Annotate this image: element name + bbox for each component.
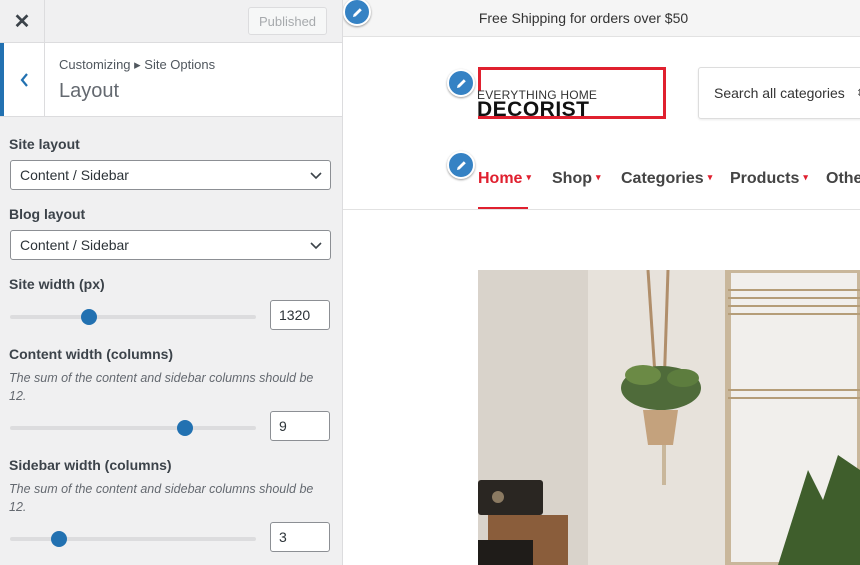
nav-item-other[interactable]: Othe bbox=[826, 170, 860, 188]
close-customizer-button[interactable]: ✕ bbox=[0, 0, 45, 43]
header-divider bbox=[343, 209, 860, 210]
caret-down-icon: ▾ bbox=[707, 172, 713, 182]
search-placeholder: Search all categories bbox=[714, 85, 845, 101]
hero-photo bbox=[478, 270, 860, 565]
sidebar-width-input[interactable]: 3 bbox=[270, 522, 330, 552]
nav-item-label: Shop bbox=[552, 170, 592, 187]
edit-logo-pencil-button[interactable] bbox=[447, 69, 475, 97]
promo-text: Free Shipping for orders over $50 bbox=[478, 10, 689, 26]
nav-item-label: Othe bbox=[826, 170, 860, 187]
nav-item-label: Products bbox=[730, 170, 800, 187]
blog-layout-value: Content / Sidebar bbox=[20, 237, 129, 253]
back-button[interactable] bbox=[0, 43, 45, 116]
site-logo[interactable]: EVERYTHING HOME DECORIST bbox=[477, 67, 666, 121]
nav-item-home[interactable]: Home ▾ bbox=[478, 170, 531, 188]
content-width-slider[interactable] bbox=[10, 420, 256, 436]
edit-menu-pencil-button[interactable] bbox=[447, 151, 475, 179]
content-width-input[interactable]: 9 bbox=[270, 411, 330, 441]
logo-wordmark: DECORIST bbox=[477, 98, 590, 121]
published-button[interactable]: Published bbox=[248, 7, 327, 35]
pencil-icon bbox=[456, 78, 466, 88]
promo-bar: Free Shipping for orders over $50 bbox=[343, 0, 860, 37]
site-layout-select[interactable]: Content / Sidebar bbox=[10, 160, 331, 190]
site-width-slider[interactable] bbox=[10, 309, 256, 325]
content-width-slider-thumb[interactable] bbox=[176, 420, 193, 436]
site-layout-value: Content / Sidebar bbox=[20, 167, 129, 183]
blog-layout-label: Blog layout bbox=[9, 206, 86, 222]
sidebar-width-slider[interactable] bbox=[10, 531, 256, 547]
sidebar-width-description: The sum of the content and sidebar colum… bbox=[9, 482, 314, 514]
content-width-description: The sum of the content and sidebar colum… bbox=[9, 371, 314, 403]
nav-item-label: Home bbox=[478, 170, 523, 187]
caret-down-icon: ▾ bbox=[803, 172, 808, 182]
site-preview: Free Shipping for orders over $50 EVERYT… bbox=[343, 0, 860, 565]
search-input[interactable]: Search all categories ⇕ bbox=[698, 67, 860, 119]
close-icon: ✕ bbox=[13, 11, 31, 33]
select-arrows-icon: ⇕ bbox=[856, 88, 860, 99]
site-layout-label: Site layout bbox=[9, 136, 80, 152]
site-width-slider-thumb[interactable] bbox=[80, 309, 97, 325]
section-title: Layout bbox=[59, 80, 120, 102]
content-width-label: Content width (columns) bbox=[9, 346, 174, 362]
caret-down-icon: ▾ bbox=[596, 172, 601, 182]
nav-item-products[interactable]: Products ▾ bbox=[730, 170, 808, 188]
pencil-icon bbox=[456, 160, 466, 170]
sidebar-width-label: Sidebar width (columns) bbox=[9, 457, 172, 473]
pencil-icon bbox=[352, 7, 362, 17]
caret-down-icon: ▾ bbox=[526, 172, 531, 182]
site-width-label: Site width (px) bbox=[9, 276, 105, 292]
chevron-down-icon bbox=[310, 172, 322, 180]
customizer-panel: ✕ Published Customizing ▸ Site Options L… bbox=[0, 0, 343, 565]
chevron-left-icon bbox=[20, 72, 28, 87]
site-width-input[interactable]: 1320 bbox=[270, 300, 330, 330]
chevron-down-icon bbox=[310, 242, 322, 250]
blog-layout-select[interactable]: Content / Sidebar bbox=[10, 230, 331, 260]
breadcrumb: Customizing ▸ Site Options bbox=[59, 57, 216, 72]
nav-item-shop[interactable]: Shop ▾ bbox=[552, 170, 601, 188]
customizer-header: ✕ Published bbox=[0, 0, 342, 43]
section-header: Customizing ▸ Site Options Layout bbox=[0, 43, 342, 117]
sidebar-width-slider-thumb[interactable] bbox=[51, 531, 68, 547]
hero-image bbox=[478, 270, 860, 565]
nav-item-categories[interactable]: Categories ▾ bbox=[621, 170, 712, 188]
nav-item-label: Categories bbox=[621, 170, 704, 187]
